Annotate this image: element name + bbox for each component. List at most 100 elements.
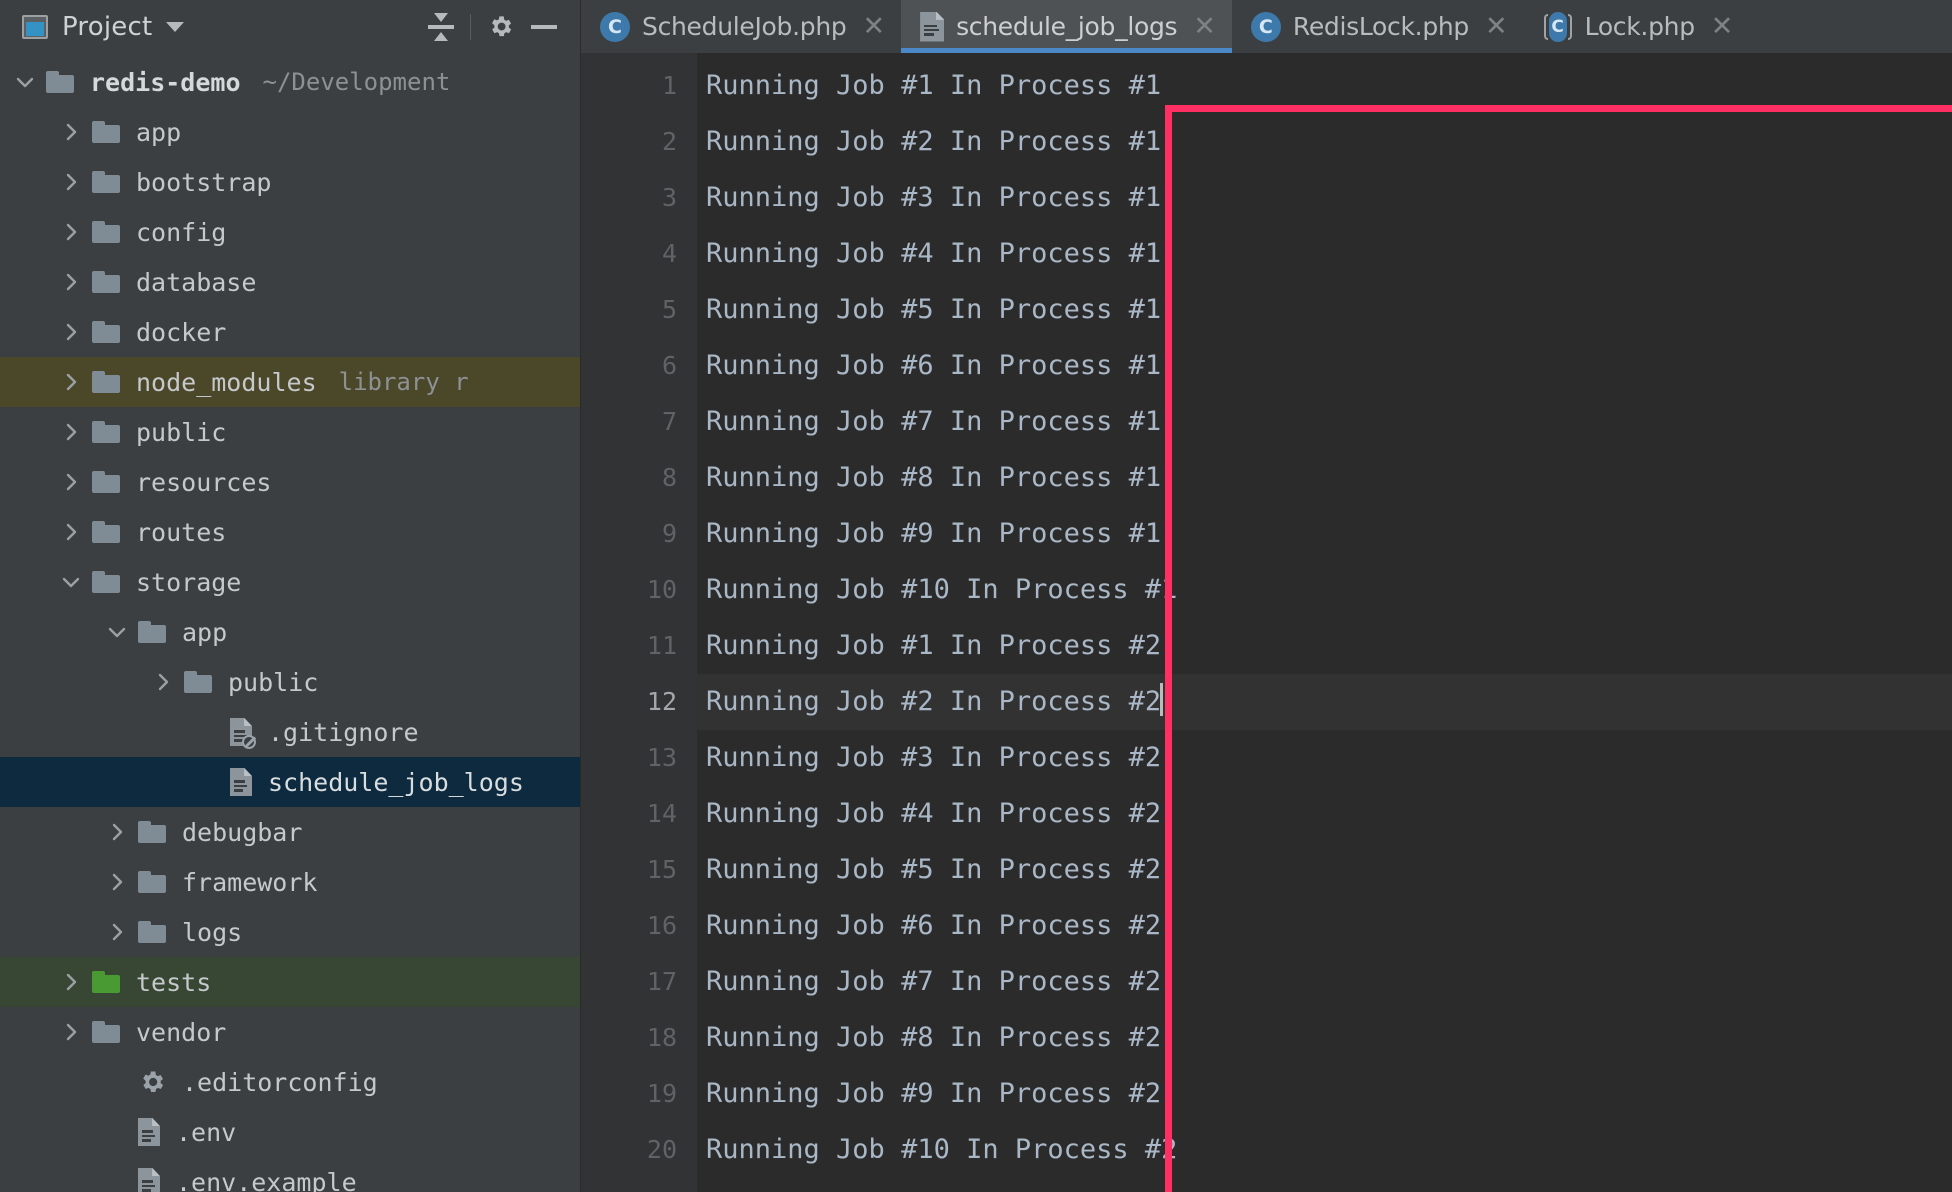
chevron-right-icon[interactable]	[60, 971, 82, 993]
chevron-right-icon[interactable]	[152, 671, 174, 693]
line-number[interactable]: 11	[647, 618, 677, 674]
code-line[interactable]: Running Job #6 In Process #2	[697, 898, 1952, 954]
line-number[interactable]: 1	[662, 58, 677, 114]
chevron-down-icon[interactable]	[166, 21, 185, 32]
chevron-right-icon[interactable]	[106, 871, 128, 893]
project-panel-title[interactable]: Project	[62, 12, 152, 42]
tree-row-gitignore[interactable]: .gitignore	[0, 707, 580, 757]
line-number[interactable]: 8	[662, 450, 677, 506]
editor-tab-1[interactable]: schedule_job_logs ✕	[901, 0, 1232, 53]
code-line[interactable]: Running Job #1 In Process #2	[697, 618, 1952, 674]
code-line[interactable]: Running Job #4 In Process #1	[697, 226, 1952, 282]
close-icon[interactable]: ✕	[1485, 13, 1508, 40]
tree-row-vendor[interactable]: vendor	[0, 1007, 580, 1057]
chevron-right-icon[interactable]	[60, 1021, 82, 1043]
collapse-all-button[interactable]	[419, 7, 463, 47]
close-icon[interactable]: ✕	[1711, 13, 1734, 40]
code-line[interactable]: Running Job #4 In Process #2	[697, 786, 1952, 842]
code-line[interactable]: Running Job #7 In Process #2	[697, 954, 1952, 1010]
tree-row-node-modules[interactable]: node_modules library r	[0, 357, 580, 407]
chevron-right-icon[interactable]	[60, 521, 82, 543]
tree-row-debugbar[interactable]: debugbar	[0, 807, 580, 857]
tree-row-editorconfig[interactable]: .editorconfig	[0, 1057, 580, 1107]
line-number[interactable]: 20	[647, 1122, 677, 1178]
tree-row-logs[interactable]: logs	[0, 907, 580, 957]
chevron-right-icon[interactable]	[60, 471, 82, 493]
chevron-right-icon[interactable]	[60, 371, 82, 393]
chevron-right-icon[interactable]	[106, 921, 128, 943]
code-line[interactable]: Running Job #2 In Process #2	[697, 674, 1952, 730]
line-number[interactable]: 14	[647, 786, 677, 842]
chevron-right-icon[interactable]	[60, 321, 82, 343]
line-number-gutter[interactable]: 1 2 3 4 5 6 7 8 9 10 11 12 13 14 15 16 17 18 19 20	[581, 53, 697, 1192]
line-number[interactable]: 5	[662, 282, 677, 338]
chevron-right-icon[interactable]	[60, 171, 82, 193]
line-number[interactable]: 19	[647, 1066, 677, 1122]
tree-row-redis-demo[interactable]: redis-demo ~/Development	[0, 57, 580, 107]
tree-row-tests[interactable]: tests	[0, 957, 580, 1007]
tree-row-database[interactable]: database	[0, 257, 580, 307]
line-number[interactable]: 6	[662, 338, 677, 394]
tree-row-app[interactable]: app	[0, 107, 580, 157]
tree-row-env-example[interactable]: .env.example	[0, 1157, 580, 1192]
close-icon[interactable]: ✕	[862, 13, 885, 40]
line-number[interactable]: 17	[647, 954, 677, 1010]
chevron-right-icon[interactable]	[60, 421, 82, 443]
code-line[interactable]: Running Job #5 In Process #1	[697, 282, 1952, 338]
code-editor[interactable]: 1 2 3 4 5 6 7 8 9 10 11 12 13 14 15 16 17 18 19 20 Running …	[581, 53, 1952, 1192]
code-line[interactable]: Running Job #3 In Process #1	[697, 170, 1952, 226]
line-number[interactable]: 12	[647, 674, 677, 730]
tree-row-public[interactable]: public	[0, 407, 580, 457]
code-text-area[interactable]: Running Job #1 In Process #1 Running Job …	[697, 53, 1952, 1192]
editor-tab-0[interactable]: C ScheduleJob.php ✕	[581, 0, 901, 53]
line-number[interactable]: 7	[662, 394, 677, 450]
line-number[interactable]: 3	[662, 170, 677, 226]
hide-panel-button[interactable]	[522, 7, 566, 47]
php-interface-icon: C	[1543, 11, 1573, 42]
tree-row-app[interactable]: app	[0, 607, 580, 657]
chevron-right-icon[interactable]	[106, 821, 128, 843]
code-line[interactable]: Running Job #7 In Process #1	[697, 394, 1952, 450]
line-number[interactable]: 9	[662, 506, 677, 562]
tree-item-label: .gitignore	[268, 717, 419, 747]
line-number[interactable]: 16	[647, 898, 677, 954]
settings-button[interactable]	[478, 7, 522, 47]
tree-row-bootstrap[interactable]: bootstrap	[0, 157, 580, 207]
tree-row-schedule-job-logs[interactable]: schedule_job_logs	[0, 757, 580, 807]
line-number[interactable]: 15	[647, 842, 677, 898]
tree-row-storage[interactable]: storage	[0, 557, 580, 607]
tree-row-public[interactable]: public	[0, 657, 580, 707]
chevron-right-icon[interactable]	[60, 221, 82, 243]
chevron-down-icon[interactable]	[60, 571, 82, 593]
editor-tab-3[interactable]: C Lock.php ✕	[1524, 0, 1750, 53]
code-line[interactable]: Running Job #2 In Process #1	[697, 114, 1952, 170]
line-number[interactable]: 2	[662, 114, 677, 170]
line-number[interactable]: 13	[647, 730, 677, 786]
chevron-right-icon[interactable]	[60, 121, 82, 143]
editor-tab-2[interactable]: C RedisLock.php ✕	[1232, 0, 1524, 53]
tree-row-routes[interactable]: routes	[0, 507, 580, 557]
close-icon[interactable]: ✕	[1193, 13, 1216, 40]
code-line[interactable]: Running Job #8 In Process #2	[697, 1010, 1952, 1066]
code-line[interactable]: Running Job #9 In Process #2	[697, 1066, 1952, 1122]
code-line[interactable]: Running Job #3 In Process #2	[697, 730, 1952, 786]
code-line[interactable]: Running Job #8 In Process #1	[697, 450, 1952, 506]
chevron-down-icon[interactable]	[106, 621, 128, 643]
chevron-right-icon[interactable]	[60, 271, 82, 293]
line-number[interactable]: 18	[647, 1010, 677, 1066]
tree-row-config[interactable]: config	[0, 207, 580, 257]
code-line[interactable]: Running Job #10 In Process #2	[697, 1122, 1952, 1178]
line-number[interactable]: 4	[662, 226, 677, 282]
code-line[interactable]: Running Job #5 In Process #2	[697, 842, 1952, 898]
code-line[interactable]: Running Job #10 In Process #1	[697, 562, 1952, 618]
line-number[interactable]: 10	[647, 562, 677, 618]
project-tree-panel[interactable]: redis-demo ~/Development app bootstrap confi…	[0, 53, 581, 1192]
tree-row-resources[interactable]: resources	[0, 457, 580, 507]
code-line[interactable]: Running Job #1 In Process #1	[697, 58, 1952, 114]
code-line[interactable]: Running Job #6 In Process #1	[697, 338, 1952, 394]
code-line[interactable]: Running Job #9 In Process #1	[697, 506, 1952, 562]
chevron-down-icon[interactable]	[14, 71, 36, 93]
tree-row-env[interactable]: .env	[0, 1107, 580, 1157]
tree-row-docker[interactable]: docker	[0, 307, 580, 357]
tree-row-framework[interactable]: framework	[0, 857, 580, 907]
